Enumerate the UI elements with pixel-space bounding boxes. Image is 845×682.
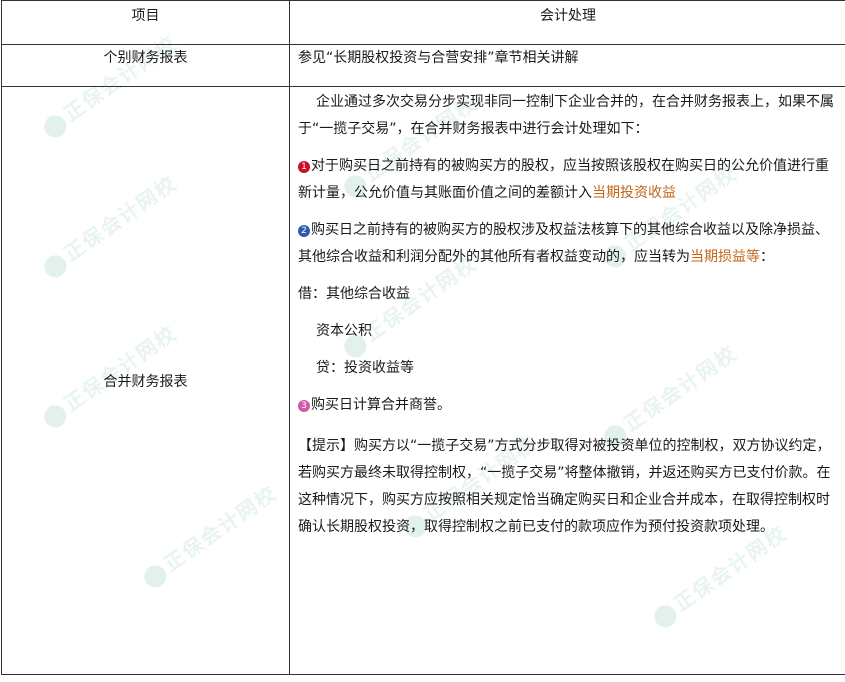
item-3-text: 购买日计算合并商誉。 bbox=[311, 397, 451, 413]
item-1-highlight: 当期投资收益 bbox=[592, 185, 676, 201]
item-2: 2 购买日之前持有的被购买方的股权涉及权益法核算下的其他综合收益以及除净损益、其他… bbox=[298, 217, 838, 271]
row-label-individual: 个别财务报表 bbox=[1, 44, 290, 87]
number-3-icon: 3 bbox=[298, 400, 310, 412]
item-2-tail: ： bbox=[760, 249, 774, 265]
item-1-text: 对于购买日之前持有的被购买方的股权，应当按照该股权在购买日的公允价值进行重新计量… bbox=[298, 158, 829, 201]
tip-paragraph: 【提示】购买方以“一揽子交易”方式分步取得对被投资单位的控制权，双方协议约定， … bbox=[298, 438, 831, 535]
accounting-table: 项目 会计处理 个别财务报表 参见“长期股权投资与合营安排”章节相关讲解 合并财… bbox=[1, 0, 845, 675]
item-3: 3 购买日计算合并商誉。 bbox=[298, 392, 838, 419]
item-1: 1 对于购买日之前持有的被购买方的股权，应当按照该股权在购买日的公允价值进行重新计… bbox=[298, 153, 838, 207]
journal-credit: 贷：投资收益等 bbox=[316, 360, 414, 376]
row-label-consolidated: 合并财务报表 bbox=[1, 86, 290, 675]
journal-debit: 借：其他综合收益 bbox=[298, 286, 410, 302]
row-content-individual: 参见“长期股权投资与合营安排”章节相关讲解 bbox=[289, 44, 845, 87]
table-row: 个别财务报表 参见“长期股权投资与合营安排”章节相关讲解 bbox=[1, 44, 845, 87]
header-treatment: 会计处理 bbox=[289, 0, 845, 45]
table-row: 合并财务报表 企业通过多次交易分步实现非同一控制下企业合并的，在合并财务报表上，… bbox=[1, 86, 845, 675]
item-2-highlight: 当期损益等 bbox=[690, 249, 760, 265]
header-row: 项目 会计处理 bbox=[1, 0, 845, 45]
journal-debit-2: 资本公积 bbox=[316, 323, 372, 339]
number-2-icon: 2 bbox=[298, 225, 310, 237]
row-content-consolidated: 企业通过多次交易分步实现非同一控制下企业合并的，在合并财务报表上，如果不属于“一… bbox=[289, 86, 845, 675]
number-1-icon: 1 bbox=[298, 161, 310, 173]
header-item: 项目 bbox=[1, 0, 290, 45]
intro-paragraph: 企业通过多次交易分步实现非同一控制下企业合并的，在合并财务报表上，如果不属于“一… bbox=[298, 94, 834, 137]
